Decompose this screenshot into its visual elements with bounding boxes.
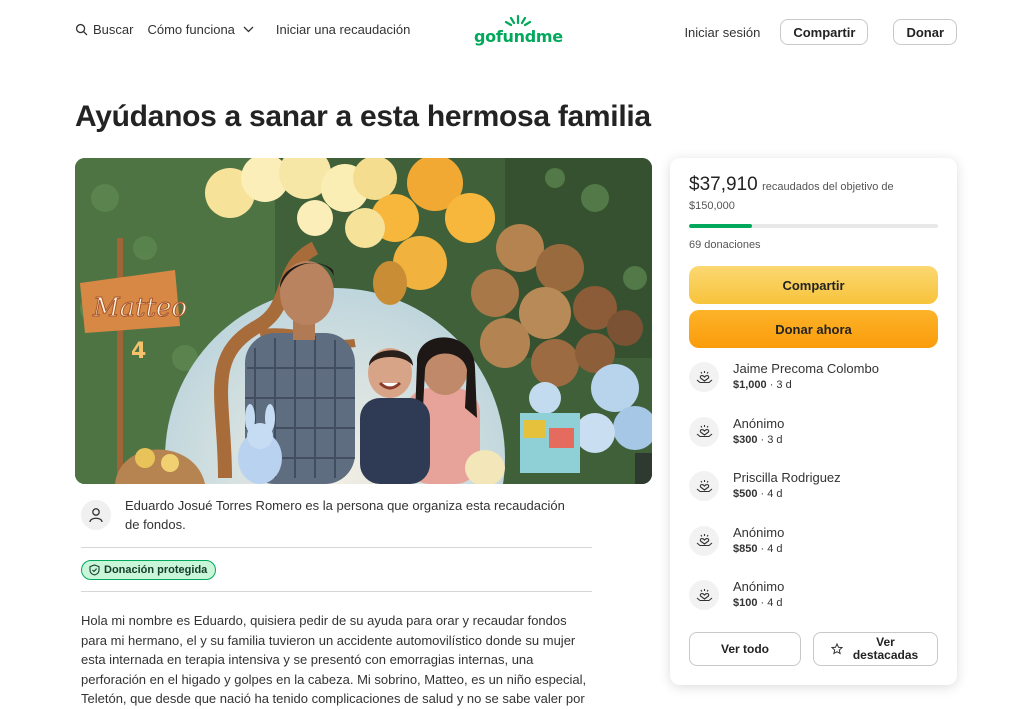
heart-hand-icon	[696, 370, 712, 383]
sprout-icon	[504, 14, 532, 27]
share-button[interactable]: Compartir	[689, 266, 938, 304]
donation-time: · 3 d	[766, 379, 792, 391]
sign-name-text: Matteo	[92, 293, 187, 323]
donation-time: · 4 d	[757, 542, 783, 555]
organizer-avatar[interactable]	[81, 500, 111, 530]
donation-amount: $300	[733, 433, 758, 446]
donation-time: · 4 d	[757, 488, 783, 500]
progress-bar	[689, 224, 938, 228]
divider	[81, 591, 592, 592]
nav-left: Buscar Cómo funciona Iniciar una recauda…	[75, 22, 410, 37]
start-fundraiser-label: Iniciar una recaudación	[275, 22, 411, 37]
donation-item: Anónimo $300 · 3 d	[689, 415, 939, 470]
organizer-info: Eduardo Josué Torres Romero es la person…	[81, 496, 591, 534]
progress-fill	[689, 224, 752, 228]
raised-summary: $37,910 recaudados del objetivo de	[689, 174, 939, 196]
raised-suffix: recaudados del objetivo de	[762, 181, 894, 193]
donation-icon	[689, 525, 719, 556]
donations-count: 69 donaciones	[689, 239, 761, 251]
donate-button-top[interactable]: Donar	[893, 19, 957, 45]
how-it-works-label: Cómo funciona	[147, 22, 235, 37]
donation-amount: $850	[733, 542, 758, 555]
organizer-text: Eduardo Josué Torres Romero es la person…	[125, 498, 565, 532]
donation-item: Anónimo $850 · 4 d	[689, 524, 939, 579]
raised-amount: $37,910	[689, 174, 758, 195]
campaign-photo[interactable]: Matteo 4	[75, 158, 652, 484]
see-all-button[interactable]: Ver todo	[689, 632, 801, 666]
gofundme-logo[interactable]: gofundme	[474, 14, 563, 48]
donation-item: Priscilla Rodriguez $500 · 4 d	[689, 469, 939, 524]
recent-donations: Jaime Precoma Colombo $1,000 · 3 d Anóni…	[689, 360, 939, 633]
star-icon	[830, 643, 843, 655]
donation-icon	[689, 471, 719, 501]
donor-name: Anónimo	[733, 415, 785, 431]
how-it-works-menu[interactable]: Cómo funciona	[147, 22, 254, 37]
user-icon	[89, 508, 103, 523]
search-icon	[75, 23, 88, 36]
divider	[81, 547, 592, 548]
nav-right: Iniciar sesión Compartir Donar	[684, 19, 957, 45]
shield-icon	[89, 564, 100, 576]
top-nav: Buscar Cómo funciona Iniciar una recauda…	[0, 0, 1024, 64]
donor-name: Anónimo	[733, 524, 785, 540]
logo-text: gofundme	[474, 27, 563, 46]
donor-name: Priscilla Rodriguez	[733, 470, 841, 485]
donation-item: Anónimo $100 · 4 d	[689, 578, 939, 633]
see-featured-label: Ver destacadas	[852, 635, 919, 662]
badge-label: Donación protegida	[104, 564, 208, 576]
heart-hand-icon	[696, 534, 712, 547]
see-featured-button[interactable]: Ver destacadas	[813, 632, 938, 666]
protected-donation-badge[interactable]: Donación protegida	[81, 560, 217, 580]
heart-hand-icon	[696, 588, 712, 601]
campaign-story: Hola mi nombre es Eduardo, quisiera pedi…	[81, 613, 587, 706]
search-link[interactable]: Buscar	[75, 22, 133, 37]
campaign-title: Ayúdanos a sanar a esta hermosa familia	[75, 100, 651, 133]
heart-hand-icon	[696, 479, 712, 492]
donate-now-button[interactable]: Donar ahora	[689, 310, 938, 348]
donation-item: Jaime Precoma Colombo $1,000 · 3 d	[689, 360, 939, 415]
start-fundraiser-link[interactable]: Iniciar una recaudación	[276, 22, 410, 37]
donation-amount: $500	[733, 488, 758, 500]
share-button-top[interactable]: Compartir	[780, 19, 869, 45]
donor-name: Jaime Precoma Colombo	[733, 361, 879, 376]
signin-link[interactable]: Iniciar sesión	[684, 25, 760, 40]
search-label: Buscar	[93, 22, 134, 37]
goal-amount: $150,000	[689, 200, 735, 212]
donor-name: Anónimo	[733, 579, 785, 594]
donation-amount: $100	[733, 597, 758, 609]
donation-icon	[689, 416, 719, 447]
donation-time: · 4 d	[757, 597, 783, 609]
donation-amount: $1,000	[733, 379, 767, 391]
donation-icon	[689, 580, 719, 610]
heart-hand-icon	[696, 425, 712, 438]
donation-time: · 3 d	[757, 433, 783, 446]
sign-number-text: 4	[131, 339, 146, 364]
donation-icon	[689, 362, 719, 392]
family-party-illustration: Matteo 4	[75, 158, 652, 484]
chevron-down-icon	[243, 26, 254, 33]
donation-summary-card: $37,910 recaudados del objetivo de $150,…	[670, 158, 957, 685]
